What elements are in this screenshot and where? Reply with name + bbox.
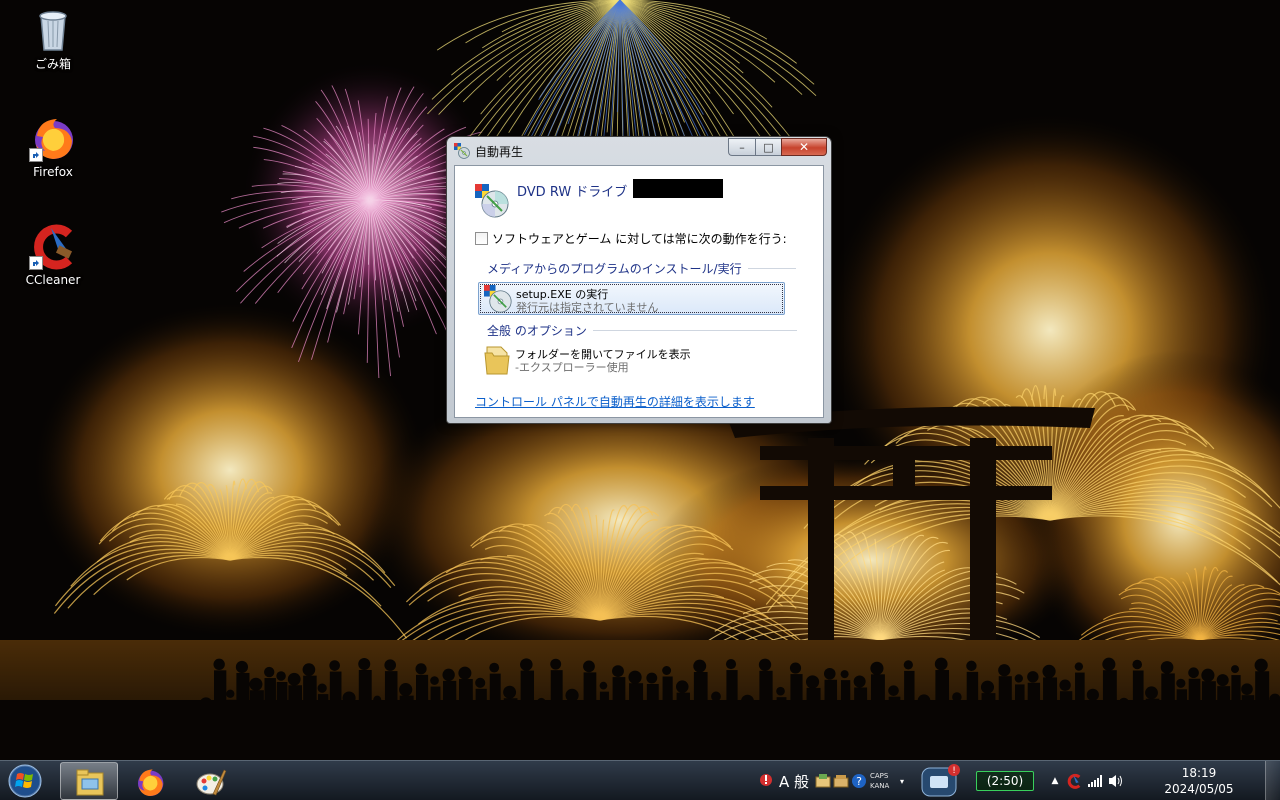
show-hidden-icons-button[interactable]: ▲ bbox=[1048, 761, 1062, 800]
firefox-icon bbox=[29, 114, 77, 162]
always-do-this-checkbox[interactable] bbox=[475, 232, 488, 245]
clock-date: 2024/05/05 bbox=[1164, 782, 1234, 796]
tray-ccleaner-icon[interactable] bbox=[1064, 761, 1084, 800]
desktop-icon-ccleaner[interactable]: CCleaner bbox=[15, 222, 91, 288]
notification-area: A 般 ? CAPS KANA ▾ ! (2:50) ▲ 18:19 2024/… bbox=[750, 761, 1280, 800]
close-icon: ✕ bbox=[798, 140, 810, 154]
svg-text:!: ! bbox=[952, 766, 956, 776]
desktop-icon-label: ごみ箱 bbox=[34, 57, 71, 71]
control-panel-link[interactable]: コントロール パネルで自動再生の詳細を表示します bbox=[475, 393, 755, 410]
autoplay-icon bbox=[454, 143, 470, 163]
taskbar: A 般 ? CAPS KANA ▾ ! (2:50) ▲ 18:19 2024/… bbox=[0, 760, 1280, 800]
group-header-general: 全般 のオプション bbox=[487, 322, 797, 339]
desktop-icon-label: Firefox bbox=[33, 165, 73, 179]
desktop-icon-firefox[interactable]: Firefox bbox=[15, 114, 91, 180]
ccleaner-icon bbox=[29, 222, 77, 270]
always-do-this-label: ソフトウェアとゲーム に対しては常に次の動作を行う: bbox=[492, 232, 787, 246]
desktop-icon-label: CCleaner bbox=[25, 273, 81, 287]
divider bbox=[747, 268, 796, 269]
caps-label: CAPS bbox=[870, 772, 889, 780]
taskbar-app-explorer[interactable] bbox=[60, 762, 118, 800]
taskbar-app-firefox[interactable] bbox=[121, 762, 179, 800]
recycle-bin-icon bbox=[29, 6, 77, 54]
option-open-folder[interactable]: フォルダーを開いてファイルを表示 -エクスプローラー使用 bbox=[478, 343, 785, 376]
maximize-icon: □ bbox=[763, 140, 774, 154]
option-run-setup-subtitle: 発行元は指定されていません bbox=[516, 301, 659, 314]
minimize-icon: – bbox=[739, 140, 745, 154]
firefox-icon bbox=[134, 766, 166, 800]
battery-indicator[interactable]: (2:50) bbox=[976, 771, 1034, 791]
ime-dictionary-icon[interactable] bbox=[814, 761, 832, 800]
tray-network-app-icon[interactable]: ! bbox=[914, 761, 964, 800]
show-desktop-button[interactable] bbox=[1265, 761, 1280, 800]
start-button[interactable] bbox=[5, 763, 45, 799]
title-bar[interactable]: 自動再生 – □ ✕ bbox=[447, 137, 831, 165]
divider bbox=[592, 330, 797, 331]
help-icon[interactable]: ? bbox=[850, 761, 868, 800]
group-header-install: メディアからのプログラムのインストール/実行 bbox=[487, 260, 796, 277]
dvd-drive-icon bbox=[475, 184, 509, 222]
clock[interactable]: 18:19 2024/05/05 bbox=[1138, 761, 1260, 800]
option-open-folder-subtitle: -エクスプローラー使用 bbox=[515, 361, 629, 374]
always-do-this-row[interactable]: ソフトウェアとゲーム に対しては常に次の動作を行う: bbox=[475, 230, 787, 247]
folder-icon bbox=[483, 345, 511, 379]
language-bar-options-icon[interactable]: ▾ bbox=[896, 761, 908, 800]
shortcut-arrow-icon bbox=[29, 256, 43, 270]
option-run-setup[interactable]: setup.EXE の実行 発行元は指定されていません bbox=[478, 282, 785, 315]
taskbar-app-paint[interactable] bbox=[182, 762, 240, 800]
svg-text:?: ? bbox=[856, 775, 862, 788]
dialog-content: DVD RW ドライブ ソフトウェアとゲーム に対しては常に次の動作を行う: メ… bbox=[454, 165, 824, 418]
volume-icon[interactable] bbox=[1106, 761, 1126, 800]
ime-mode-indicator[interactable]: A 般 bbox=[776, 761, 812, 800]
desktop-icon-recycle-bin[interactable]: ごみ箱 bbox=[15, 6, 91, 72]
close-button[interactable]: ✕ bbox=[781, 138, 827, 156]
minimize-button[interactable]: – bbox=[728, 138, 755, 156]
shortcut-arrow-icon bbox=[29, 148, 43, 162]
dialog-title: 自動再生 bbox=[475, 145, 524, 159]
group-header-general-label: 全般 のオプション bbox=[487, 324, 587, 338]
tray-alert-icon[interactable] bbox=[756, 761, 776, 800]
ime-tools-icon[interactable] bbox=[832, 761, 850, 800]
drive-name: DVD RW ドライブ bbox=[517, 185, 628, 200]
signal-strength-icon[interactable] bbox=[1086, 761, 1104, 800]
folder-icon bbox=[74, 767, 106, 800]
kana-label: KANA bbox=[870, 782, 890, 790]
caps-kana-indicator[interactable]: CAPS KANA bbox=[870, 761, 896, 800]
windows-orb-icon bbox=[8, 764, 42, 798]
paint-palette-icon bbox=[195, 766, 227, 800]
redacted-drive-label bbox=[633, 179, 723, 198]
setup-program-icon bbox=[484, 285, 512, 317]
clock-time: 18:19 bbox=[1181, 766, 1217, 780]
maximize-button[interactable]: □ bbox=[755, 138, 781, 156]
autoplay-dialog: 自動再生 – □ ✕ DVD RW ドライブ ソフトウェアとゲーム に対しては常… bbox=[446, 136, 832, 424]
group-header-install-label: メディアからのプログラムのインストール/実行 bbox=[487, 262, 742, 276]
